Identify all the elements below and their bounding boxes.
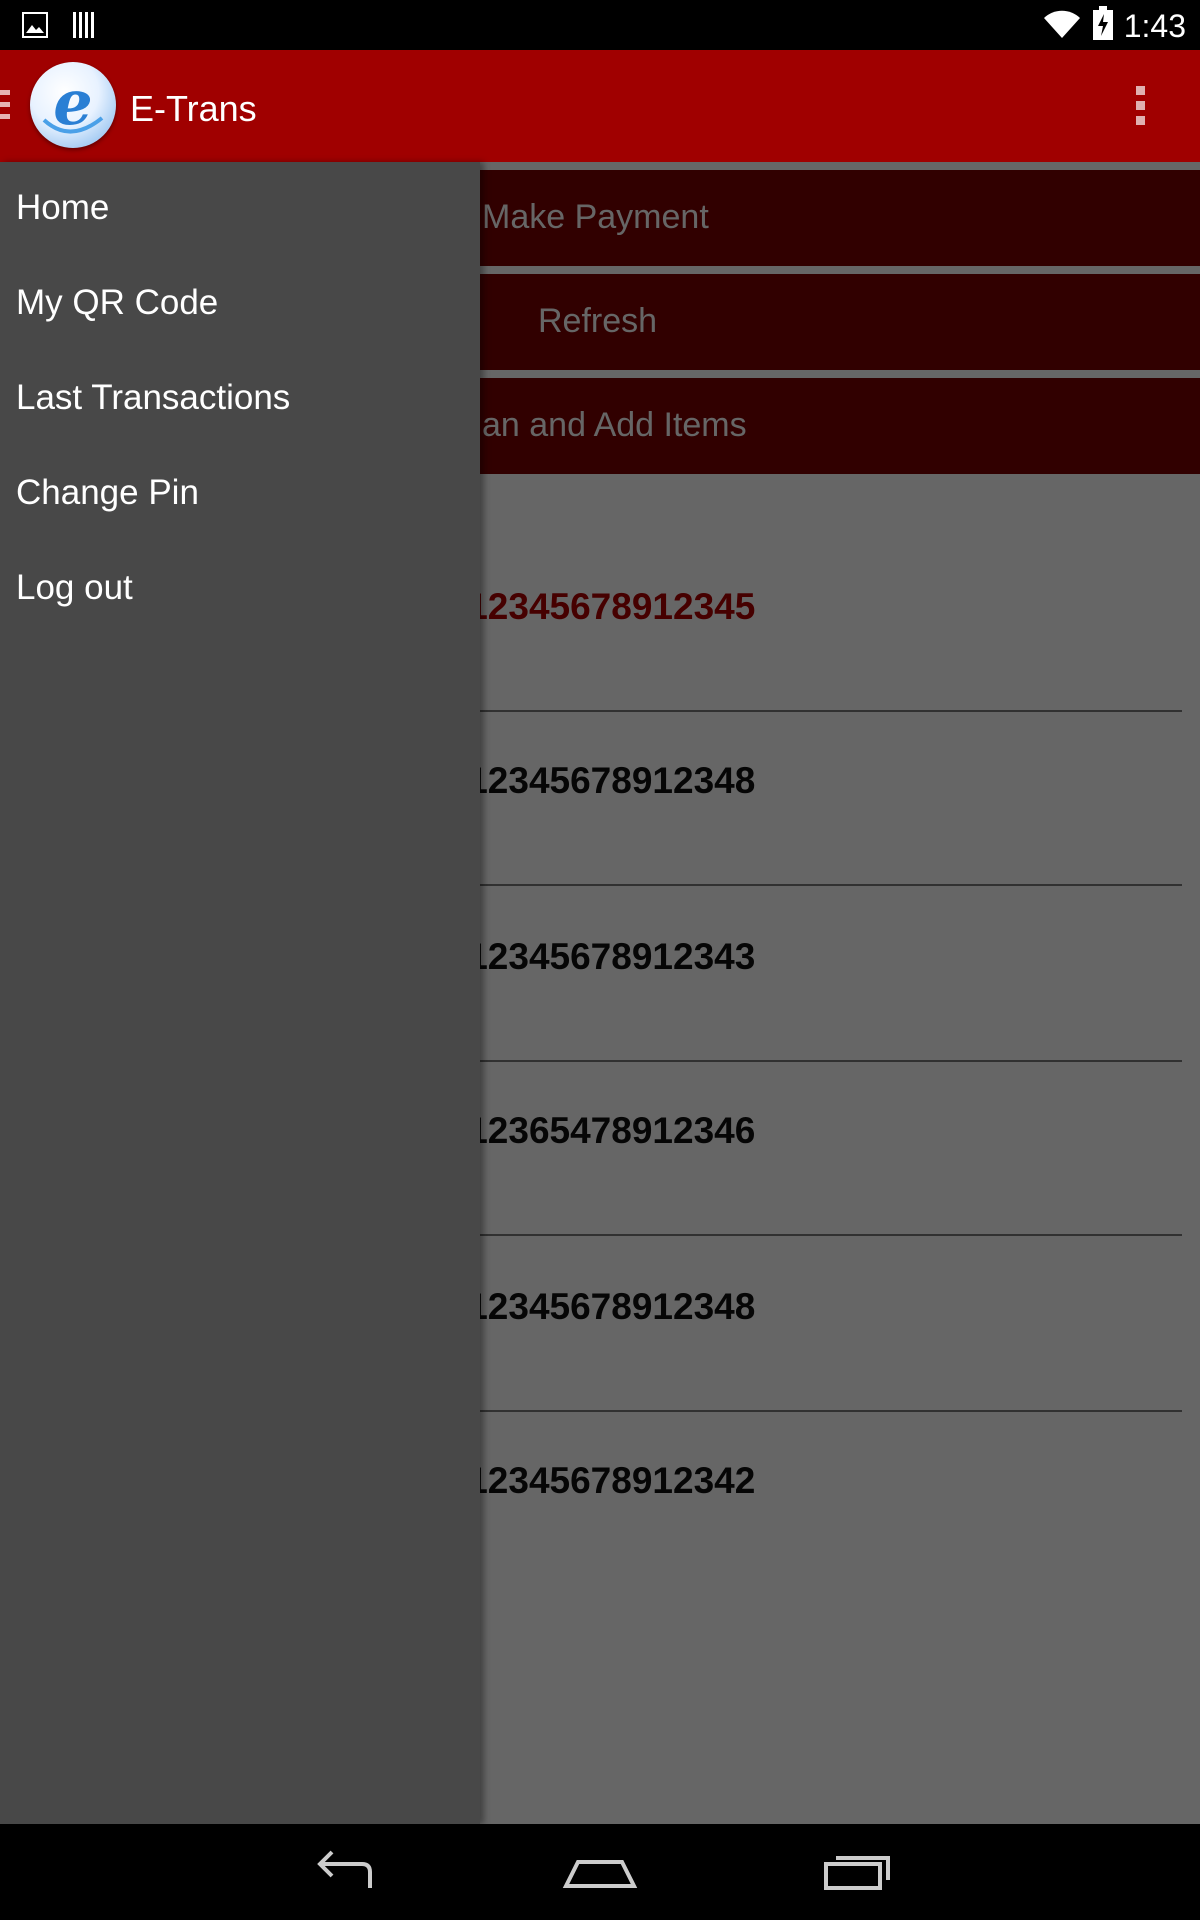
image-notification-icon (22, 12, 48, 38)
drawer-item-label: My QR Code (16, 283, 219, 322)
drawer-item-label: Last Transactions (16, 378, 291, 417)
scan-add-items-label: an and Add Items (482, 406, 747, 444)
home-icon[interactable] (562, 1842, 638, 1902)
drawer-item-change-pin[interactable]: Change Pin (0, 447, 480, 542)
status-bar: 1:43 (0, 0, 1200, 50)
navigation-drawer: Home My QR Code Last Transactions Change… (0, 162, 480, 1824)
action-bar: e E-Trans (0, 50, 1200, 162)
recent-apps-icon[interactable] (822, 1842, 894, 1902)
barcode-notification-icon (73, 12, 94, 38)
drawer-item-label: Home (16, 188, 110, 227)
app-logo-icon[interactable]: e (30, 62, 116, 148)
battery-charging-icon (1093, 6, 1113, 40)
make-payment-label: Make Payment (482, 198, 709, 236)
refresh-label: Refresh (538, 302, 658, 340)
drawer-item-label: Change Pin (16, 473, 199, 512)
drawer-indicator-icon[interactable] (0, 90, 10, 122)
drawer-item-label: Log out (16, 568, 133, 607)
app-title: E-Trans (130, 88, 257, 129)
system-nav-bar (0, 1824, 1200, 1920)
drawer-item-home[interactable]: Home (0, 162, 480, 257)
back-icon[interactable] (308, 1842, 380, 1902)
app-logo-graphic: e (42, 66, 104, 139)
status-time: 1:43 (1123, 8, 1186, 44)
overflow-menu-icon[interactable] (1136, 86, 1148, 128)
drawer-item-my-qr-code[interactable]: My QR Code (0, 257, 480, 352)
drawer-item-log-out[interactable]: Log out (0, 542, 480, 637)
drawer-item-last-transactions[interactable]: Last Transactions (0, 352, 480, 447)
wifi-icon (1044, 10, 1080, 38)
